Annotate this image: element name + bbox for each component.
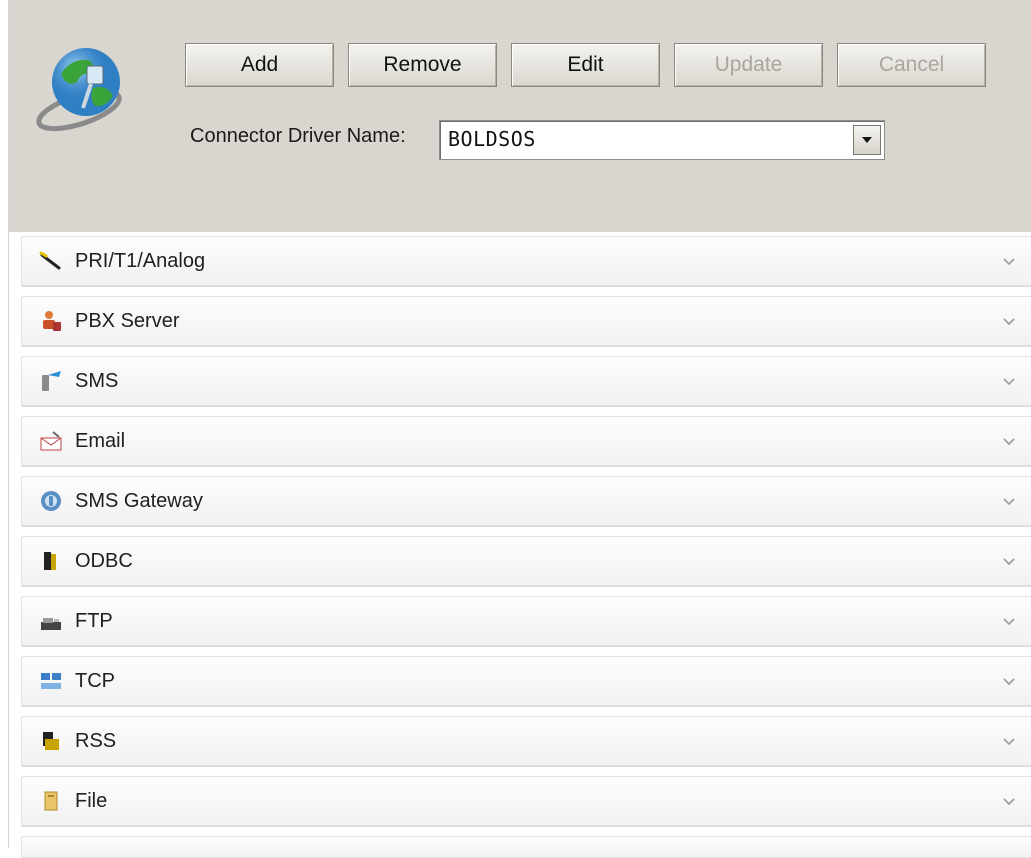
network-icon: [41, 673, 61, 689]
chevron-down-icon[interactable]: [1002, 794, 1016, 808]
chevron-down-icon[interactable]: [1002, 434, 1016, 448]
panel-sms[interactable]: SMS: [21, 356, 1031, 406]
chevron-down-icon[interactable]: [1002, 674, 1016, 688]
panel-label: SMS: [75, 370, 119, 392]
chevron-down-icon[interactable]: [1002, 254, 1016, 268]
remove-button[interactable]: Remove: [348, 43, 497, 87]
panel-tcp[interactable]: TCP: [21, 656, 1031, 706]
edit-button[interactable]: Edit: [511, 43, 660, 87]
connector-driver-label: Connector Driver Name:: [190, 125, 406, 147]
panel-odbc[interactable]: ODBC: [21, 536, 1031, 586]
panel-label: Email: [75, 430, 126, 452]
globe-connector-icon: [36, 48, 122, 132]
chevron-down-icon[interactable]: [1002, 614, 1016, 628]
sms-gateway-icon: [41, 491, 61, 511]
panel-email[interactable]: Email: [21, 416, 1031, 466]
panel-partial: [21, 836, 1031, 858]
connector-driver-select[interactable]: BOLDSOS: [439, 120, 885, 160]
sms-icon: [42, 371, 61, 391]
panel-pri-t1-analog[interactable]: PRI/T1/Analog: [21, 236, 1031, 286]
chevron-down-icon[interactable]: [1002, 734, 1016, 748]
panel-label: PBX Server: [75, 310, 180, 332]
panel-pbx-server[interactable]: PBX Server: [21, 296, 1031, 346]
panel-label: TCP: [75, 670, 115, 692]
toolbar: Add Remove Edit Update Cancel: [185, 43, 990, 89]
panel-label: ODBC: [75, 550, 133, 572]
panel-sms-gateway[interactable]: SMS Gateway: [21, 476, 1031, 526]
panel-label: PRI/T1/Analog: [75, 250, 206, 272]
panel-rss[interactable]: RSS: [21, 716, 1031, 766]
file-icon: [44, 791, 58, 811]
panel-label: FTP: [75, 610, 113, 632]
update-button[interactable]: Update: [674, 43, 823, 87]
header-bar: Add Remove Edit Update Cancel Connector …: [9, 0, 1031, 232]
panel-ftp[interactable]: FTP: [21, 596, 1031, 646]
database-icon: [44, 552, 56, 570]
cancel-button[interactable]: Cancel: [837, 43, 986, 87]
dropdown-arrow-button[interactable]: [853, 125, 881, 155]
panel-label: File: [75, 790, 108, 812]
triangle-down-icon: [862, 137, 872, 143]
panel-file[interactable]: File: [21, 776, 1031, 826]
chevron-down-icon[interactable]: [1002, 374, 1016, 388]
email-icon: [40, 431, 62, 451]
chevron-down-icon[interactable]: [1002, 314, 1016, 328]
panel-label: RSS: [75, 730, 117, 752]
pbx-server-icon: [43, 311, 61, 331]
connector-driver-value: BOLDSOS: [448, 127, 536, 151]
chevron-down-icon[interactable]: [1002, 494, 1016, 508]
connector-window: Add Remove Edit Update Cancel Connector …: [8, 0, 1031, 858]
phone-line-icon: [39, 251, 61, 270]
add-button[interactable]: Add: [185, 43, 334, 87]
rss-icon: [43, 732, 59, 750]
chevron-down-icon[interactable]: [1002, 554, 1016, 568]
ftp-icon: [41, 618, 61, 630]
panel-label: SMS Gateway: [75, 490, 203, 512]
